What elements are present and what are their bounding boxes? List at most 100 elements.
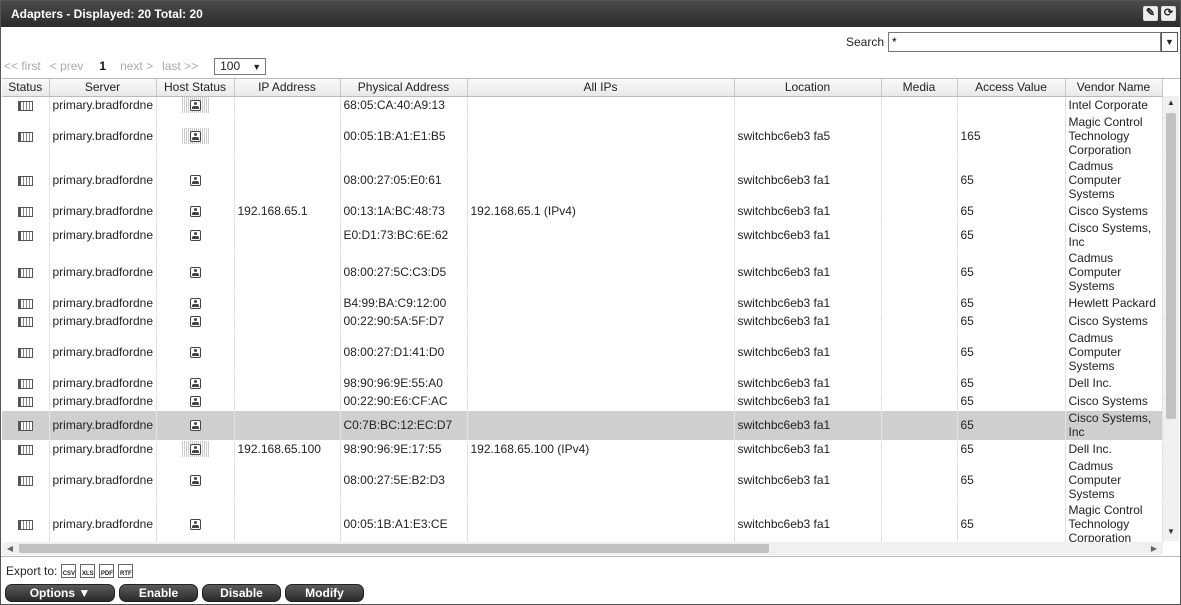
physical-address-cell: E0:D1:73:BC:6E:62 — [340, 220, 468, 251]
disable-button[interactable]: Disable — [202, 584, 281, 602]
table-row[interactable]: primary.bradfordne 08:00:27:5C:C3:D5 switc… — [2, 250, 1163, 295]
status-cell — [2, 158, 50, 203]
scroll-left-icon[interactable]: ◀ — [4, 542, 16, 555]
next-page-link[interactable]: next > — [120, 59, 153, 73]
last-page-link[interactable]: last >> — [162, 59, 198, 73]
page-size-select[interactable]: 100 ▼ — [214, 57, 267, 75]
search-input[interactable] — [888, 32, 1161, 52]
server-cell[interactable]: primary.bradfordne — [49, 458, 157, 503]
scroll-down-icon[interactable]: ▼ — [1163, 527, 1179, 539]
table-row[interactable]: primary.bradfordne E0:D1:73:BC:6E:62 switc… — [2, 220, 1163, 251]
host-status-indicator — [189, 394, 201, 408]
table-row[interactable]: primary.bradfordne C0:7B:BC:12:EC:D7 switc… — [2, 410, 1163, 441]
table-row[interactable]: primary.bradfordne 98:90:96:9E:55:A0 switc… — [2, 374, 1163, 393]
server-cell[interactable]: primary.bradfordne — [49, 374, 157, 393]
column-header[interactable]: Access Value — [957, 79, 1066, 97]
horizontal-scroll-thumb[interactable] — [19, 544, 769, 553]
host-user-icon[interactable] — [189, 131, 201, 143]
host-user-icon[interactable] — [189, 444, 201, 456]
column-header[interactable]: Status — [2, 79, 50, 97]
host-status-indicator — [181, 128, 209, 144]
export-csv-icon[interactable]: CSV — [61, 564, 77, 578]
table-row[interactable]: primary.bradfordne 08:00:27:5E:B2:D3 switc… — [2, 458, 1163, 503]
column-header[interactable]: IP Address — [234, 79, 341, 97]
host-user-icon[interactable] — [189, 316, 201, 328]
scroll-right-icon[interactable]: ▶ — [1148, 542, 1160, 555]
all-ips-cell — [467, 458, 735, 503]
ip-address-cell — [234, 158, 341, 203]
refresh-icon[interactable]: ⟳ — [1161, 6, 1176, 21]
server-cell[interactable]: primary.bradfordne — [49, 220, 157, 251]
location-cell — [734, 96, 882, 115]
export-rtf-icon[interactable]: RTF — [118, 564, 134, 578]
column-header[interactable]: Host Status — [156, 79, 235, 97]
server-cell[interactable]: primary.bradfordne — [49, 440, 157, 459]
export-xls-icon[interactable]: XLS — [80, 564, 96, 578]
server-cell[interactable]: primary.bradfordne — [49, 202, 157, 221]
scroll-up-icon[interactable]: ▲ — [1163, 98, 1179, 110]
host-user-icon[interactable] — [189, 206, 201, 218]
horizontal-scrollbar[interactable]: ◀ ▶ — [2, 542, 1163, 555]
edit-icon[interactable]: ✎ — [1143, 6, 1158, 21]
table-row[interactable]: primary.bradfordne 192.168.65.1 00:13:1A:B… — [2, 202, 1163, 221]
column-header[interactable]: All IPs — [467, 79, 735, 97]
server-cell[interactable]: primary.bradfordne — [49, 250, 157, 295]
host-user-icon[interactable] — [189, 100, 201, 112]
enable-button[interactable]: Enable — [119, 584, 198, 602]
prev-page-link[interactable]: < prev — [50, 59, 84, 73]
vendor-name-cell: Hewlett Packard — [1065, 294, 1163, 313]
column-header[interactable]: Server — [49, 79, 157, 97]
table-row[interactable]: primary.bradfordne 08:00:27:D1:41:D0 switc… — [2, 330, 1163, 375]
server-cell[interactable]: primary.bradfordne — [49, 294, 157, 313]
table-row[interactable]: primary.bradfordne 68:05:CA:40:A9:13 Intel… — [2, 96, 1163, 115]
location-cell: switchbc6eb3 fa1 — [734, 220, 882, 251]
table-row[interactable]: primary.bradfordne 192.168.65.100 98:90:96… — [2, 440, 1163, 459]
column-header[interactable]: Location — [734, 79, 882, 97]
first-page-link[interactable]: << first — [4, 59, 41, 73]
vendor-name-cell: Cadmus Computer Systems — [1065, 250, 1163, 295]
access-value-cell: 65 — [957, 158, 1066, 203]
table-row[interactable]: primary.bradfordne 00:05:1B:A1:E1:B5 switc… — [2, 114, 1163, 159]
host-user-icon[interactable] — [189, 475, 201, 487]
vertical-scrollbar[interactable]: ▲ ▼ — [1163, 96, 1179, 541]
server-cell[interactable]: primary.bradfordne — [49, 410, 157, 441]
column-header[interactable]: Vendor Name — [1065, 79, 1163, 97]
search-dropdown-button[interactable]: ▼ — [1161, 32, 1178, 52]
table-row[interactable]: primary.bradfordne 00:05:1B:A1:E3:CE switc… — [2, 502, 1163, 542]
column-header[interactable]: Physical Address — [340, 79, 468, 97]
server-cell[interactable]: primary.bradfordne — [49, 502, 157, 542]
host-user-icon[interactable] — [189, 175, 201, 187]
status-cell — [2, 312, 50, 331]
modify-button[interactable]: Modify — [285, 584, 364, 602]
table-row[interactable]: primary.bradfordne 00:22:90:E6:CF:AC switc… — [2, 392, 1163, 411]
host-status-cell — [156, 374, 235, 393]
server-cell[interactable]: primary.bradfordne — [49, 114, 157, 159]
column-header[interactable]: Media — [881, 79, 958, 97]
host-user-icon[interactable] — [189, 420, 201, 432]
vertical-scroll-thumb[interactable] — [1166, 113, 1176, 419]
caret-down-icon: ▼ — [78, 586, 91, 600]
server-cell[interactable]: primary.bradfordne — [49, 392, 157, 411]
vendor-name-cell: Cadmus Computer Systems — [1065, 330, 1163, 375]
table-row[interactable]: primary.bradfordne 00:22:90:5A:5F:D7 switc… — [2, 312, 1163, 331]
server-cell[interactable]: primary.bradfordne — [49, 96, 157, 115]
adapters-panel: Adapters - Displayed: 20 Total: 20 ✎ ⟳ S… — [0, 0, 1181, 605]
host-user-icon[interactable] — [189, 519, 201, 531]
host-user-icon[interactable] — [189, 298, 201, 310]
host-user-icon[interactable] — [189, 378, 201, 390]
host-user-icon[interactable] — [189, 267, 201, 279]
export-pdf-icon[interactable]: PDF — [99, 564, 115, 578]
network-adapter-icon — [17, 519, 33, 530]
host-status-cell — [156, 158, 235, 203]
host-status-indicator — [181, 97, 209, 113]
server-cell[interactable]: primary.bradfordne — [49, 158, 157, 203]
host-user-icon[interactable] — [189, 396, 201, 408]
host-user-icon[interactable] — [189, 230, 201, 242]
options-button[interactable]: Options ▼ — [5, 584, 115, 602]
server-cell[interactable]: primary.bradfordne — [49, 330, 157, 375]
vendor-name-cell: Dell Inc. — [1065, 440, 1163, 459]
table-row[interactable]: primary.bradfordne 08:00:27:05:E0:61 switc… — [2, 158, 1163, 203]
host-user-icon[interactable] — [189, 347, 201, 359]
table-row[interactable]: primary.bradfordne B4:99:BA:C9:12:00 switc… — [2, 294, 1163, 313]
server-cell[interactable]: primary.bradfordne — [49, 312, 157, 331]
